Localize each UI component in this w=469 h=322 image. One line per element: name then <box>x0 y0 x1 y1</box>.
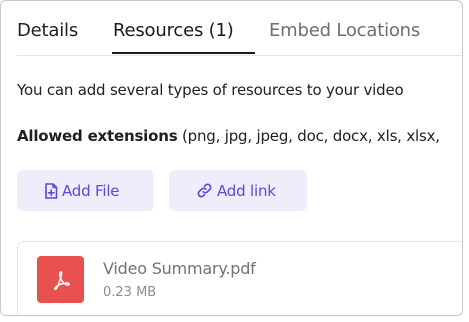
tab-embed-locations[interactable]: Embed Locations <box>269 20 420 41</box>
tab-details[interactable]: Details <box>17 20 78 41</box>
tab-resources[interactable]: Resources (1) <box>113 20 234 41</box>
file-name: Video Summary.pdf <box>103 259 256 278</box>
tab-bar: Details Resources (1) Embed Locations <box>17 1 462 56</box>
add-link-label: Add link <box>217 181 276 200</box>
file-size: 0.23 MB <box>103 285 157 300</box>
pdf-file-icon <box>37 256 84 303</box>
resources-intro-text: You can add several types of resources t… <box>17 81 404 99</box>
add-file-button[interactable]: Add File <box>17 170 154 211</box>
add-link-button[interactable]: Add link <box>169 170 307 211</box>
file-plus-icon <box>44 182 58 199</box>
active-tab-indicator <box>112 52 255 54</box>
resources-panel: Details Resources (1) Embed Locations Yo… <box>0 0 463 316</box>
allowed-extensions-values: (png, jpg, jpeg, doc, docx, xls, xlsx, <box>177 127 440 145</box>
allowed-extensions-text: Allowed extensions (png, jpg, jpeg, doc,… <box>17 127 440 145</box>
resource-file-item[interactable]: Video Summary.pdf 0.23 MB <box>17 241 462 315</box>
allowed-extensions-label: Allowed extensions <box>17 127 178 145</box>
link-icon <box>196 182 213 199</box>
add-file-label: Add File <box>62 181 120 200</box>
